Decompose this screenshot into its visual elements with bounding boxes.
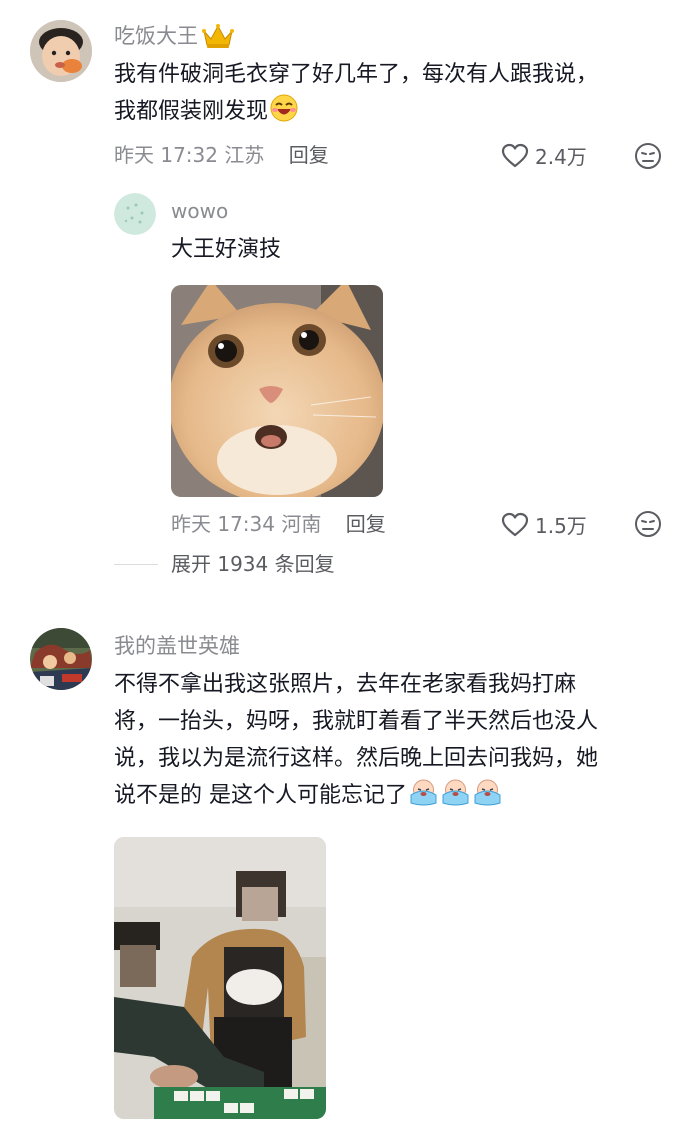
laugh-emoji — [269, 93, 299, 135]
reply-1-text: 大王好演技 — [171, 237, 282, 262]
reply-1-author-name[interactable]: wowo — [171, 197, 228, 225]
comment-2-avatar[interactable] — [30, 628, 92, 690]
reply-1-like-count: 1.5万 — [535, 514, 587, 538]
heart-icon — [501, 512, 529, 536]
comment-1-avatar[interactable] — [30, 20, 92, 82]
comment-1-text-line-2: 我都假装刚发现 — [114, 93, 674, 135]
comment-2-author-name[interactable]: 我的盖世英雄 — [114, 632, 240, 660]
reply-1-reply-button[interactable]: 回复 — [346, 512, 386, 536]
crown-icon — [202, 23, 234, 49]
comment-1-meta: 昨天 17:32 江苏 回复 — [114, 141, 329, 169]
dislike-face-icon — [635, 511, 661, 537]
cry-emoji — [472, 777, 503, 819]
comment-1-text-line-1: 我有件破洞毛衣穿了好几年了，每次有人跟我说， — [114, 62, 599, 87]
comment-2-text-line-4-text: 说不是的 是这个人可能忘记了 — [114, 783, 407, 808]
cat-photo — [171, 285, 383, 497]
avatar-baby-image — [30, 20, 92, 82]
comment-1-dislike-button[interactable] — [634, 142, 662, 174]
comment-1-author-name[interactable]: 吃饭大王 — [114, 22, 198, 50]
comment-1-like-button[interactable]: 2.4万 — [501, 141, 587, 170]
expand-divider — [114, 564, 158, 565]
cry-emoji — [408, 777, 439, 819]
reply-1-time-location: 昨天 17:34 河南 — [171, 512, 322, 536]
expand-replies-button[interactable]: 展开 1934 条回复 — [171, 550, 335, 578]
comment-1-text: 我有件破洞毛衣穿了好几年了，每次有人跟我说， 我都假装刚发现 — [114, 56, 674, 135]
comment-1-text-line-2-text: 我都假装刚发现 — [114, 99, 269, 124]
comment-1-time-location: 昨天 17:32 江苏 — [114, 143, 265, 167]
comment-1-author-row[interactable]: 吃饭大王 — [114, 22, 234, 50]
comment-2-text-line-1: 不得不拿出我这张照片，去年在老家看我妈打麻 — [114, 672, 577, 697]
avatar-anime-image — [30, 628, 92, 690]
dislike-face-icon — [635, 143, 661, 169]
reply-1-cat-image[interactable] — [171, 285, 383, 497]
avatar-mint-image — [114, 193, 156, 235]
comment-2-text-line-2: 将，一抬头，妈呀，我就盯着看了半天然后也没人 — [114, 709, 599, 734]
comment-2-text-line-3: 说，我以为是流行这样。然后晚上回去问我妈，她 — [114, 746, 599, 771]
heart-icon — [501, 143, 529, 167]
cry-emoji — [440, 777, 471, 819]
reply-1-meta: 昨天 17:34 河南 回复 — [171, 510, 386, 538]
comment-1-like-count: 2.4万 — [535, 145, 587, 169]
comment-1-reply-button[interactable]: 回复 — [289, 143, 329, 167]
comment-2-photo[interactable] — [114, 837, 326, 1119]
reply-1-avatar[interactable] — [114, 193, 156, 235]
reply-1-dislike-button[interactable] — [634, 510, 662, 542]
comment-2-text-line-4: 说不是的 是这个人可能忘记了 — [114, 777, 674, 819]
reply-1-like-button[interactable]: 1.5万 — [501, 510, 587, 539]
comment-2-text: 不得不拿出我这张照片，去年在老家看我妈打麻 将，一抬头，妈呀，我就盯着看了半天然… — [114, 666, 674, 819]
mahjong-photo — [114, 837, 326, 1119]
